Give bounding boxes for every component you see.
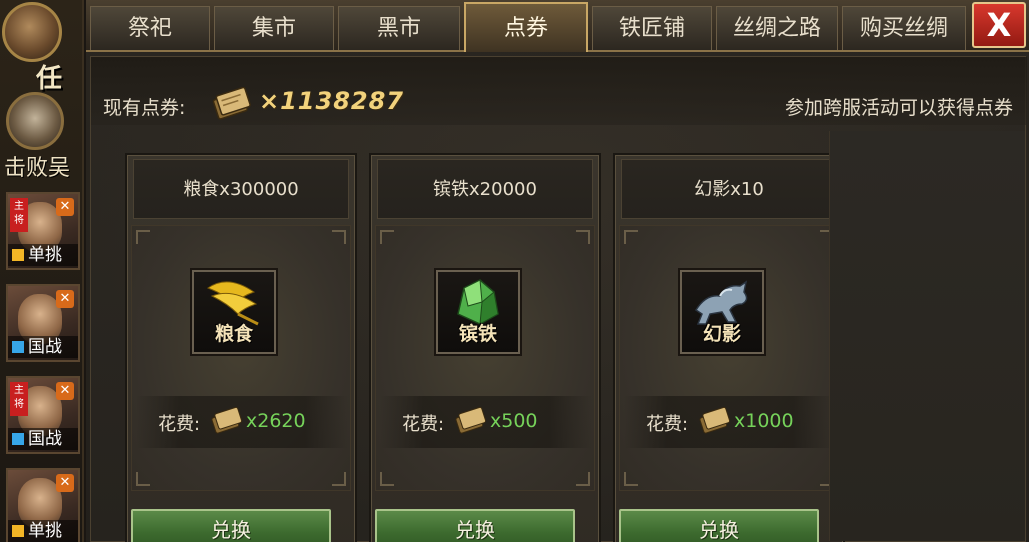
- item-body: 幻影 花费: x1000: [619, 225, 839, 491]
- tab-blacksmith[interactable]: 铁匠铺: [592, 6, 712, 50]
- balance-label: 现有点券:: [103, 97, 186, 119]
- cost-row: 花费: x500: [380, 396, 592, 448]
- crossed-swords-icon: ✕: [56, 290, 74, 308]
- lord-badge: 主将: [10, 198, 28, 232]
- task-char: 任: [36, 64, 63, 94]
- item-icon-box: 幻影: [680, 270, 764, 354]
- coupon-icon: [699, 406, 730, 434]
- item-title: 幻影x10: [621, 159, 837, 219]
- cost-value: x1000: [734, 410, 794, 432]
- hero-tag: 单挑: [8, 520, 78, 542]
- coupon-shop-content: 现有点券: ×1138287 参加跨服活动可以获得点券 粮食x300000 粮食…: [90, 56, 1027, 542]
- cost-value: x500: [490, 410, 538, 432]
- task-avatar[interactable]: [6, 92, 64, 150]
- balance-header: 现有点券: ×1138287 参加跨服活动可以获得点券: [91, 57, 1027, 125]
- cost-row: 花费: x2620: [136, 396, 348, 448]
- empty-slot-area: [829, 131, 1025, 541]
- hero-card-4[interactable]: ✕ 单挑: [6, 468, 80, 542]
- hero-card-3[interactable]: 主将 ✕ 国战: [6, 376, 80, 454]
- tab-silk-road[interactable]: 丝绸之路: [716, 6, 838, 50]
- exchange-button[interactable]: 兑换: [131, 509, 331, 542]
- item-icon-label: 粮食: [214, 323, 253, 345]
- exchange-button[interactable]: 兑换: [375, 509, 575, 542]
- coupon-icon: [211, 406, 242, 434]
- tab-black-market[interactable]: 黑市: [338, 6, 460, 50]
- item-icon-box: 镔铁: [436, 270, 520, 354]
- close-button[interactable]: X: [972, 2, 1026, 48]
- cost-label: 花费:: [402, 414, 445, 435]
- item-title: 粮食x300000: [133, 159, 349, 219]
- cost-value: x2620: [246, 410, 306, 432]
- item-icon-label: 幻影: [702, 323, 741, 345]
- hint-text: 参加跨服活动可以获得点券: [784, 97, 1013, 119]
- balance-value: ×1138287: [259, 87, 405, 115]
- hero-card-1[interactable]: 主将 ✕ 单挑: [6, 192, 80, 270]
- cost-label: 花费:: [158, 414, 201, 435]
- tab-coupons[interactable]: 点券: [464, 2, 588, 52]
- crossed-swords-icon: ✕: [56, 382, 74, 400]
- shop-item-card: 幻影x10 幻影 花费: x1000 兑换: [613, 153, 845, 542]
- item-body: 粮食 花费: x2620: [131, 225, 351, 491]
- item-title: 镔铁x20000: [377, 159, 593, 219]
- tab-market[interactable]: 集市: [214, 6, 334, 50]
- shop-item-card: 镔铁x20000 镔铁 花费: x500 兑换: [369, 153, 601, 542]
- crossed-swords-icon: ✕: [56, 474, 74, 492]
- item-icon-label: 镔铁: [458, 323, 497, 345]
- hero-card-2[interactable]: ✕ 国战: [6, 284, 80, 362]
- shop-panel: 祭祀 集市 黑市 点券 铁匠铺 丝绸之路 购买丝绸 X 现有点券: ×11382…: [86, 0, 1029, 542]
- item-body: 镔铁 花费: x500: [375, 225, 595, 491]
- tab-bar: 祭祀 集市 黑市 点券 铁匠铺 丝绸之路 购买丝绸 X: [86, 0, 1029, 52]
- tab-sacrifice[interactable]: 祭祀: [90, 6, 210, 50]
- item-icon-box: 粮食: [192, 270, 276, 354]
- shop-item-card: 粮食x300000 粮食 花费: x2620 兑换: [125, 153, 357, 542]
- coupon-icon: [455, 406, 486, 434]
- exchange-button[interactable]: 兑换: [619, 509, 819, 542]
- tab-buy-silk[interactable]: 购买丝绸: [842, 6, 966, 50]
- player-avatar[interactable]: [2, 2, 62, 62]
- cost-label: 花费:: [646, 414, 689, 435]
- hero-tag: 单挑: [8, 244, 78, 266]
- hero-tag: 国战: [8, 428, 78, 450]
- hero-tag: 国战: [8, 336, 78, 358]
- lord-badge: 主将: [10, 382, 28, 416]
- cost-row: 花费: x1000: [624, 396, 836, 448]
- crossed-swords-icon: ✕: [56, 198, 74, 216]
- coupon-icon: [212, 87, 251, 120]
- task-text: 击败吴: [4, 156, 71, 181]
- background-hud-strip: 任 击败吴 主将 ✕ 单挑 ✕ 国战 主将 ✕ 国战 ✕ 单挑: [0, 0, 84, 542]
